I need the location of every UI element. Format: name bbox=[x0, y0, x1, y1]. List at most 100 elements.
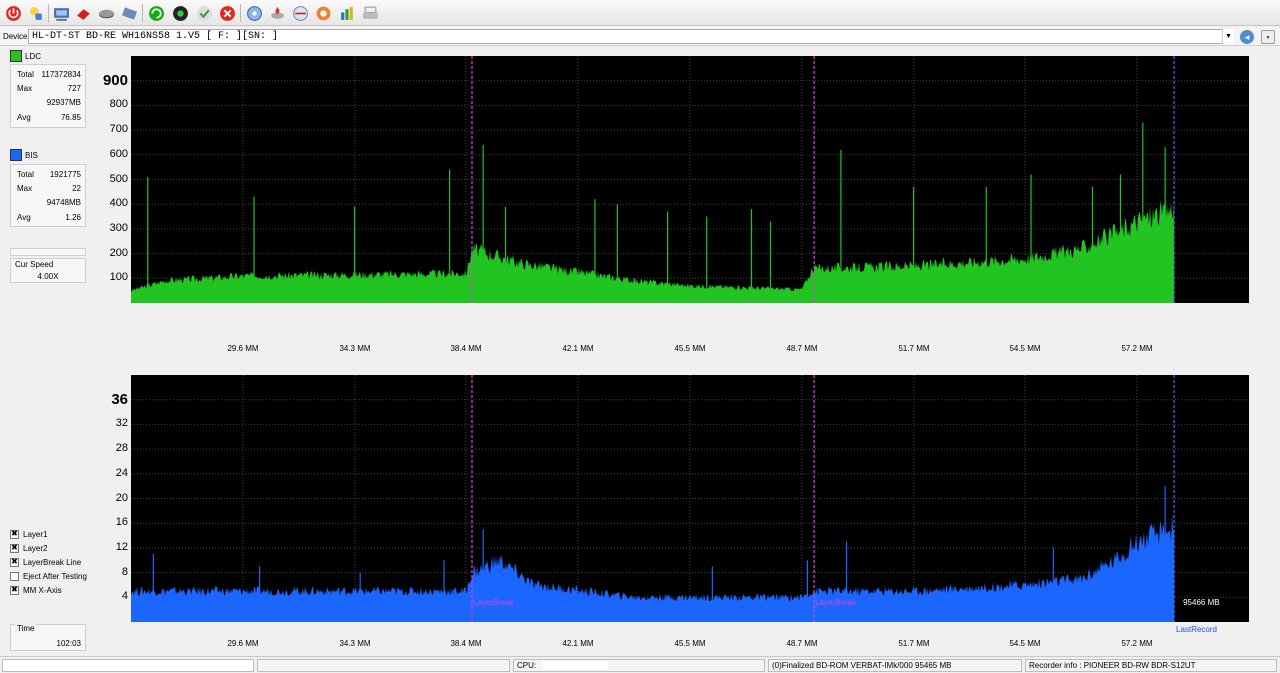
ldc-avg: 76.85 bbox=[60, 113, 81, 122]
x-tick-label: 34.3 MM bbox=[339, 639, 371, 648]
checkbox-mark[interactable]: ✖ bbox=[10, 557, 19, 567]
stop-icon[interactable] bbox=[217, 3, 237, 23]
toolbar-separator bbox=[48, 4, 49, 22]
checkbox-mark[interactable]: ✖ bbox=[10, 585, 19, 595]
y-tick-label: 900 bbox=[102, 71, 128, 89]
y-tick-label: 200 bbox=[109, 246, 128, 259]
compare-icon[interactable] bbox=[290, 3, 310, 23]
eject-after-testing-checkbox[interactable]: Eject After Testing bbox=[10, 570, 87, 582]
x-tick-label: 48.7 MM bbox=[786, 344, 818, 353]
quick-info-icon[interactable] bbox=[26, 3, 46, 23]
chevron-down-icon[interactable]: ▼ bbox=[1222, 29, 1234, 44]
checkbox-label: Eject After Testing bbox=[23, 571, 87, 581]
x-tick-label: 45.5 MM bbox=[674, 344, 706, 353]
drive-icon[interactable] bbox=[51, 3, 71, 23]
progress-bar bbox=[10, 248, 86, 256]
bis-legend-label: BIS bbox=[25, 150, 38, 160]
layer-break-label: LayerBreak bbox=[815, 598, 857, 607]
checkbox-mark[interactable]: ✖ bbox=[10, 529, 19, 539]
x-tick-label: 54.5 MM bbox=[1009, 639, 1041, 648]
layerbreak-line-checkbox[interactable]: ✖ LayerBreak Line bbox=[10, 556, 81, 568]
layer1-checkbox[interactable]: ✖ Layer1 bbox=[10, 528, 47, 540]
y-tick-label: 16 bbox=[115, 516, 128, 529]
ldc-swatch bbox=[10, 50, 22, 62]
ldc-stats: Total 117372834 Max 727 92937MB Avg 76.85 bbox=[10, 64, 86, 128]
y-tick-label: 28 bbox=[115, 442, 128, 455]
x-tick-label: 54.5 MM bbox=[1009, 344, 1041, 353]
burn-icon[interactable] bbox=[267, 3, 287, 23]
last-record-value: 95466 MB bbox=[1183, 598, 1219, 607]
device-bar: Device: HL-DT-ST BD-RE WH16NS58 1.V5 [ F… bbox=[0, 27, 1280, 46]
y-tick-label: 36 bbox=[111, 390, 128, 408]
x-tick-label: 48.7 MM bbox=[786, 639, 818, 648]
status-bar: CPU: (0)Finalized BD-ROM VERBAT-IMk/000 … bbox=[0, 656, 1280, 673]
eraser-icon[interactable] bbox=[73, 3, 93, 23]
ldc-total: 117372834 bbox=[41, 70, 81, 79]
settings-icon[interactable] bbox=[119, 3, 139, 23]
recorder-info: Recorder info : PIONEER BD-RW BDR-S12UT bbox=[1025, 659, 1277, 672]
x-tick-label: 42.1 MM bbox=[562, 639, 594, 648]
x-tick-label: 38.4 MM bbox=[450, 639, 482, 648]
cpu-label: CPU: bbox=[517, 661, 537, 670]
scan-icon[interactable] bbox=[244, 3, 264, 23]
x-tick-label: 45.5 MM bbox=[674, 639, 706, 648]
start-icon[interactable] bbox=[170, 3, 190, 23]
plot-svg: LayerBreak LayerBreak 95466 MB bbox=[131, 375, 1249, 622]
x-tick-label: 57.2 MM bbox=[1121, 639, 1153, 648]
report-icon[interactable] bbox=[337, 3, 357, 23]
bis-chart: LayerBreak LayerBreak 95466 MB bbox=[131, 375, 1249, 622]
power-icon[interactable] bbox=[3, 3, 23, 23]
stat-key: Max bbox=[17, 184, 33, 193]
eject-icon[interactable]: ◂ bbox=[1240, 30, 1254, 44]
mm-x-axis-checkbox[interactable]: ✖ MM X-Axis bbox=[10, 584, 62, 596]
y-tick-label: 8 bbox=[121, 565, 128, 578]
y-tick-label: 600 bbox=[109, 147, 128, 160]
bis-stats: Total 1921775 Max 22 94748MB Avg 1.26 bbox=[10, 164, 86, 227]
status-message bbox=[257, 659, 510, 672]
ldc-legend-label: LDC bbox=[25, 51, 42, 61]
bis-area bbox=[131, 513, 1175, 622]
x-tick-label: 51.7 MM bbox=[898, 639, 930, 648]
stat-key: Max bbox=[17, 84, 33, 93]
refresh-icon[interactable] bbox=[146, 3, 166, 23]
plot-svg bbox=[131, 56, 1249, 303]
x-tick-label: 29.6 MM bbox=[227, 639, 259, 648]
disc-icon[interactable] bbox=[96, 3, 116, 23]
y-tick-label: 24 bbox=[115, 466, 128, 479]
ldc-area bbox=[131, 198, 1175, 303]
app-window: Device: HL-DT-ST BD-RE WH16NS58 1.V5 [ F… bbox=[0, 0, 1280, 673]
x-tick-label: 38.4 MM bbox=[450, 344, 482, 353]
checkbox-mark[interactable]: ✖ bbox=[10, 543, 19, 553]
ldc-legend: LDC bbox=[10, 50, 41, 62]
toolbar-separator bbox=[240, 4, 241, 22]
x-tick-label: 57.2 MM bbox=[1121, 344, 1153, 353]
help-icon[interactable] bbox=[313, 3, 333, 23]
stat-key: Total bbox=[17, 70, 34, 79]
speed-box: Cur Speed 4.00X bbox=[10, 258, 86, 283]
bis-legend: BIS bbox=[10, 149, 38, 161]
y-tick-label: 400 bbox=[109, 197, 128, 210]
time-label: Time bbox=[15, 624, 37, 633]
print-icon[interactable] bbox=[360, 3, 380, 23]
x-tick-label: 51.7 MM bbox=[898, 344, 930, 353]
checkbox-mark[interactable] bbox=[10, 571, 19, 581]
cpu-meter bbox=[542, 661, 608, 670]
checkbox-label: Layer2 bbox=[23, 543, 48, 553]
y-tick-label: 32 bbox=[115, 417, 128, 430]
device-select[interactable]: HL-DT-ST BD-RE WH16NS58 1.V5 [ F: ][SN: … bbox=[28, 29, 1234, 44]
status-progress bbox=[2, 659, 254, 672]
layer2-checkbox[interactable]: ✖ Layer2 bbox=[10, 542, 47, 554]
save-icon[interactable]: ▪ bbox=[1261, 30, 1275, 44]
speed-value: 4.00X bbox=[37, 272, 59, 281]
toolbar bbox=[0, 0, 1280, 26]
bis-max-position: 94748MB bbox=[46, 198, 81, 207]
speed-label: Cur Speed bbox=[15, 260, 54, 269]
x-tick-label: 34.3 MM bbox=[339, 344, 371, 353]
y-tick-label: 20 bbox=[115, 491, 128, 504]
y-tick-label: 300 bbox=[109, 221, 128, 234]
check-icon[interactable] bbox=[194, 3, 214, 23]
stats-panel: LDC Total 117372834 Max 727 92937MB Avg 76.… bbox=[6, 47, 89, 654]
stat-key: Total bbox=[17, 170, 34, 179]
y-tick-label: 800 bbox=[109, 98, 128, 111]
stat-key: Avg bbox=[17, 113, 31, 122]
